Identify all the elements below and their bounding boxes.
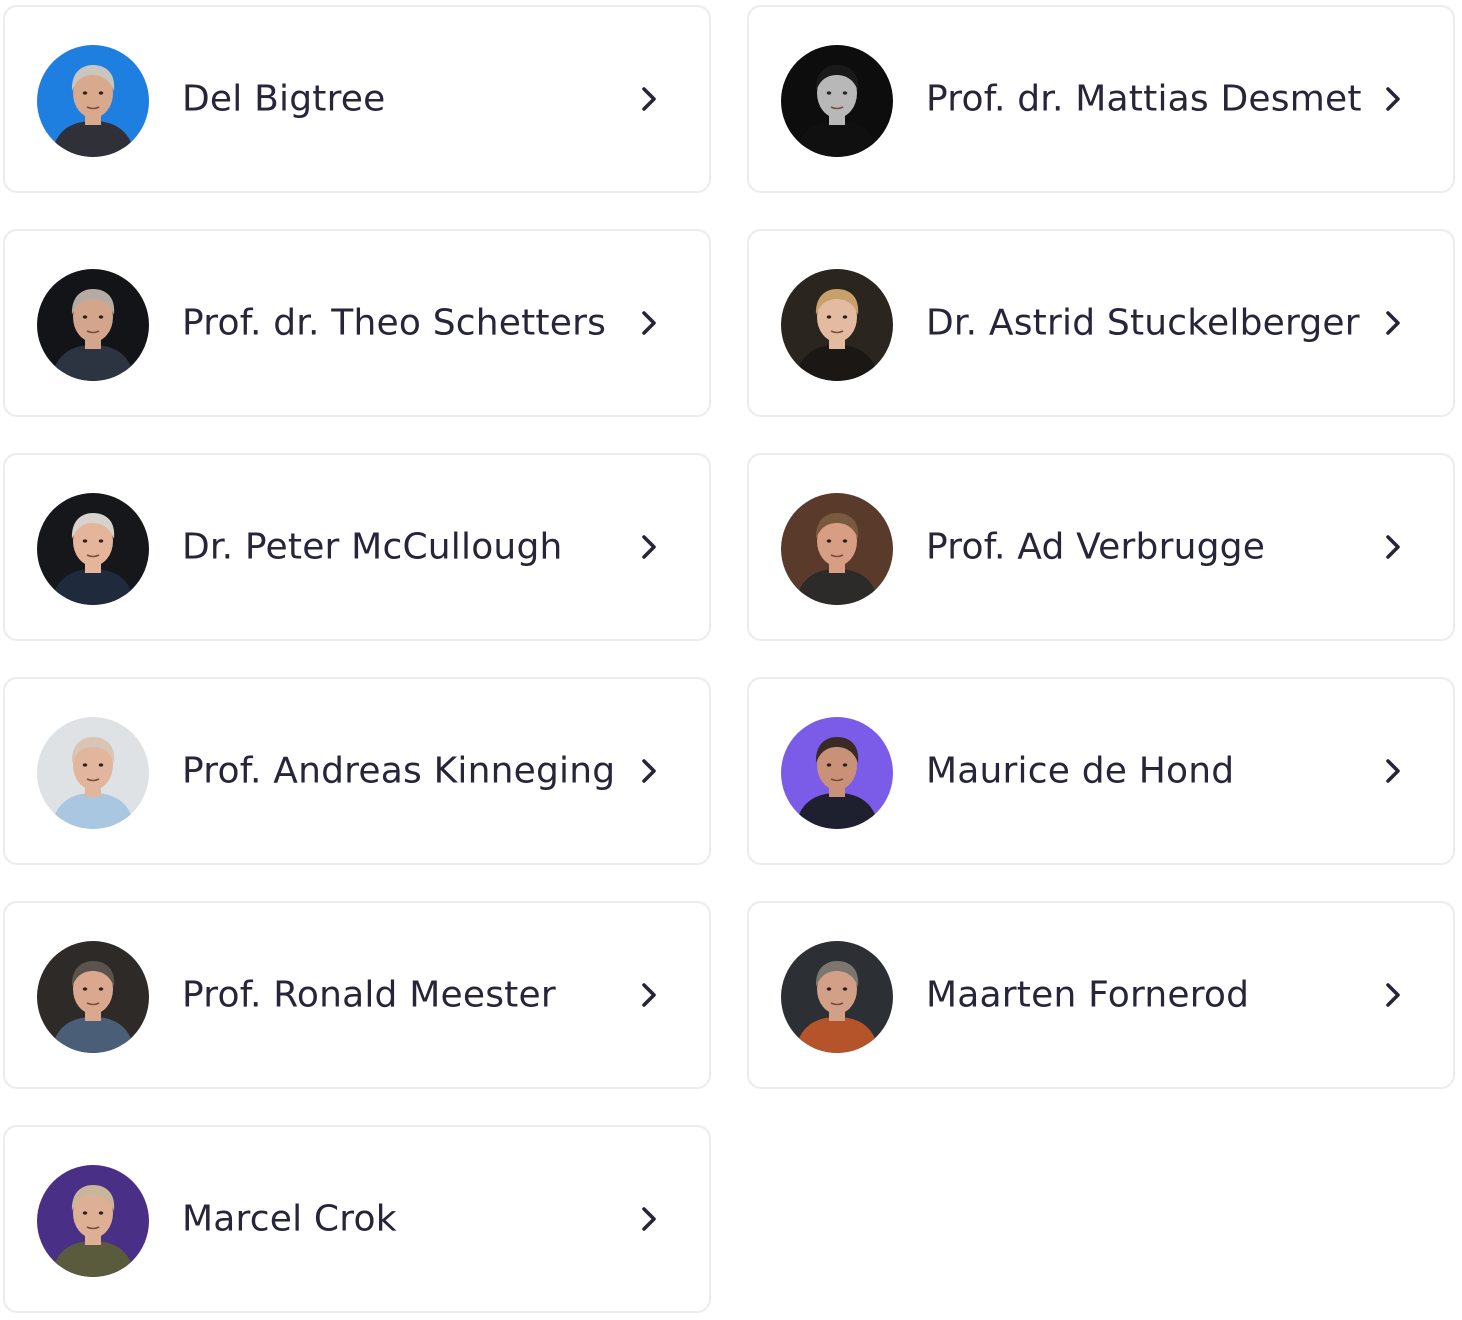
portrait-image	[781, 941, 893, 1053]
portrait-image	[781, 717, 893, 829]
chevron-right-icon	[639, 1205, 659, 1233]
speaker-card-ronald-meester[interactable]: Prof. Ronald Meester	[3, 901, 711, 1089]
portrait-image	[781, 45, 893, 157]
speaker-name: Dr. Astrid Stuckelberger	[926, 302, 1360, 344]
avatar	[37, 941, 149, 1053]
avatar	[37, 1165, 149, 1277]
speaker-name: Maurice de Hond	[926, 750, 1235, 792]
avatar	[37, 493, 149, 605]
avatar	[781, 941, 893, 1053]
speaker-card-andreas-kinneging[interactable]: Prof. Andreas Kinneging	[3, 677, 711, 865]
speaker-name: Dr. Peter McCullough	[182, 526, 563, 568]
speaker-card-ad-verbrugge[interactable]: Prof. Ad Verbrugge	[747, 453, 1455, 641]
speaker-card-theo-schetters[interactable]: Prof. dr. Theo Schetters	[3, 229, 711, 417]
speaker-card-del-bigtree[interactable]: Del Bigtree	[3, 5, 711, 193]
portrait-image	[37, 45, 149, 157]
speaker-name: Prof. dr. Mattias Desmet	[926, 78, 1362, 120]
portrait-image	[781, 269, 893, 381]
avatar	[781, 717, 893, 829]
speaker-card-peter-mccullough[interactable]: Dr. Peter McCullough	[3, 453, 711, 641]
portrait-image	[37, 269, 149, 381]
speaker-card-mattias-desmet[interactable]: Prof. dr. Mattias Desmet	[747, 5, 1455, 193]
portrait-image	[37, 1165, 149, 1277]
avatar	[781, 45, 893, 157]
avatar	[37, 269, 149, 381]
avatar	[781, 269, 893, 381]
portrait-image	[781, 493, 893, 605]
speaker-card-marcel-crok[interactable]: Marcel Crok	[3, 1125, 711, 1313]
chevron-right-icon	[639, 85, 659, 113]
speaker-card-maurice-de-hond[interactable]: Maurice de Hond	[747, 677, 1455, 865]
chevron-right-icon	[639, 533, 659, 561]
speaker-card-astrid-stuckelberger[interactable]: Dr. Astrid Stuckelberger	[747, 229, 1455, 417]
portrait-image	[37, 941, 149, 1053]
chevron-right-icon	[1383, 309, 1403, 337]
speaker-name: Marcel Crok	[182, 1198, 397, 1240]
chevron-right-icon	[1383, 85, 1403, 113]
avatar	[37, 45, 149, 157]
portrait-image	[37, 717, 149, 829]
speaker-list: Del Bigtree Prof. dr. Mattias Desmet Pro…	[0, 0, 1462, 1320]
speaker-name: Prof. Ad Verbrugge	[926, 526, 1266, 568]
speaker-name: Maarten Fornerod	[926, 974, 1250, 1016]
avatar	[781, 493, 893, 605]
speaker-name: Del Bigtree	[182, 78, 386, 120]
avatar	[37, 717, 149, 829]
speaker-name: Prof. Ronald Meester	[182, 974, 556, 1016]
chevron-right-icon	[1383, 533, 1403, 561]
chevron-right-icon	[1383, 981, 1403, 1009]
portrait-image	[37, 493, 149, 605]
speaker-name: Prof. Andreas Kinneging	[182, 750, 616, 792]
speaker-card-maarten-fornerod[interactable]: Maarten Fornerod	[747, 901, 1455, 1089]
chevron-right-icon	[1383, 757, 1403, 785]
speaker-name: Prof. dr. Theo Schetters	[182, 302, 607, 344]
chevron-right-icon	[639, 757, 659, 785]
chevron-right-icon	[639, 981, 659, 1009]
chevron-right-icon	[639, 309, 659, 337]
